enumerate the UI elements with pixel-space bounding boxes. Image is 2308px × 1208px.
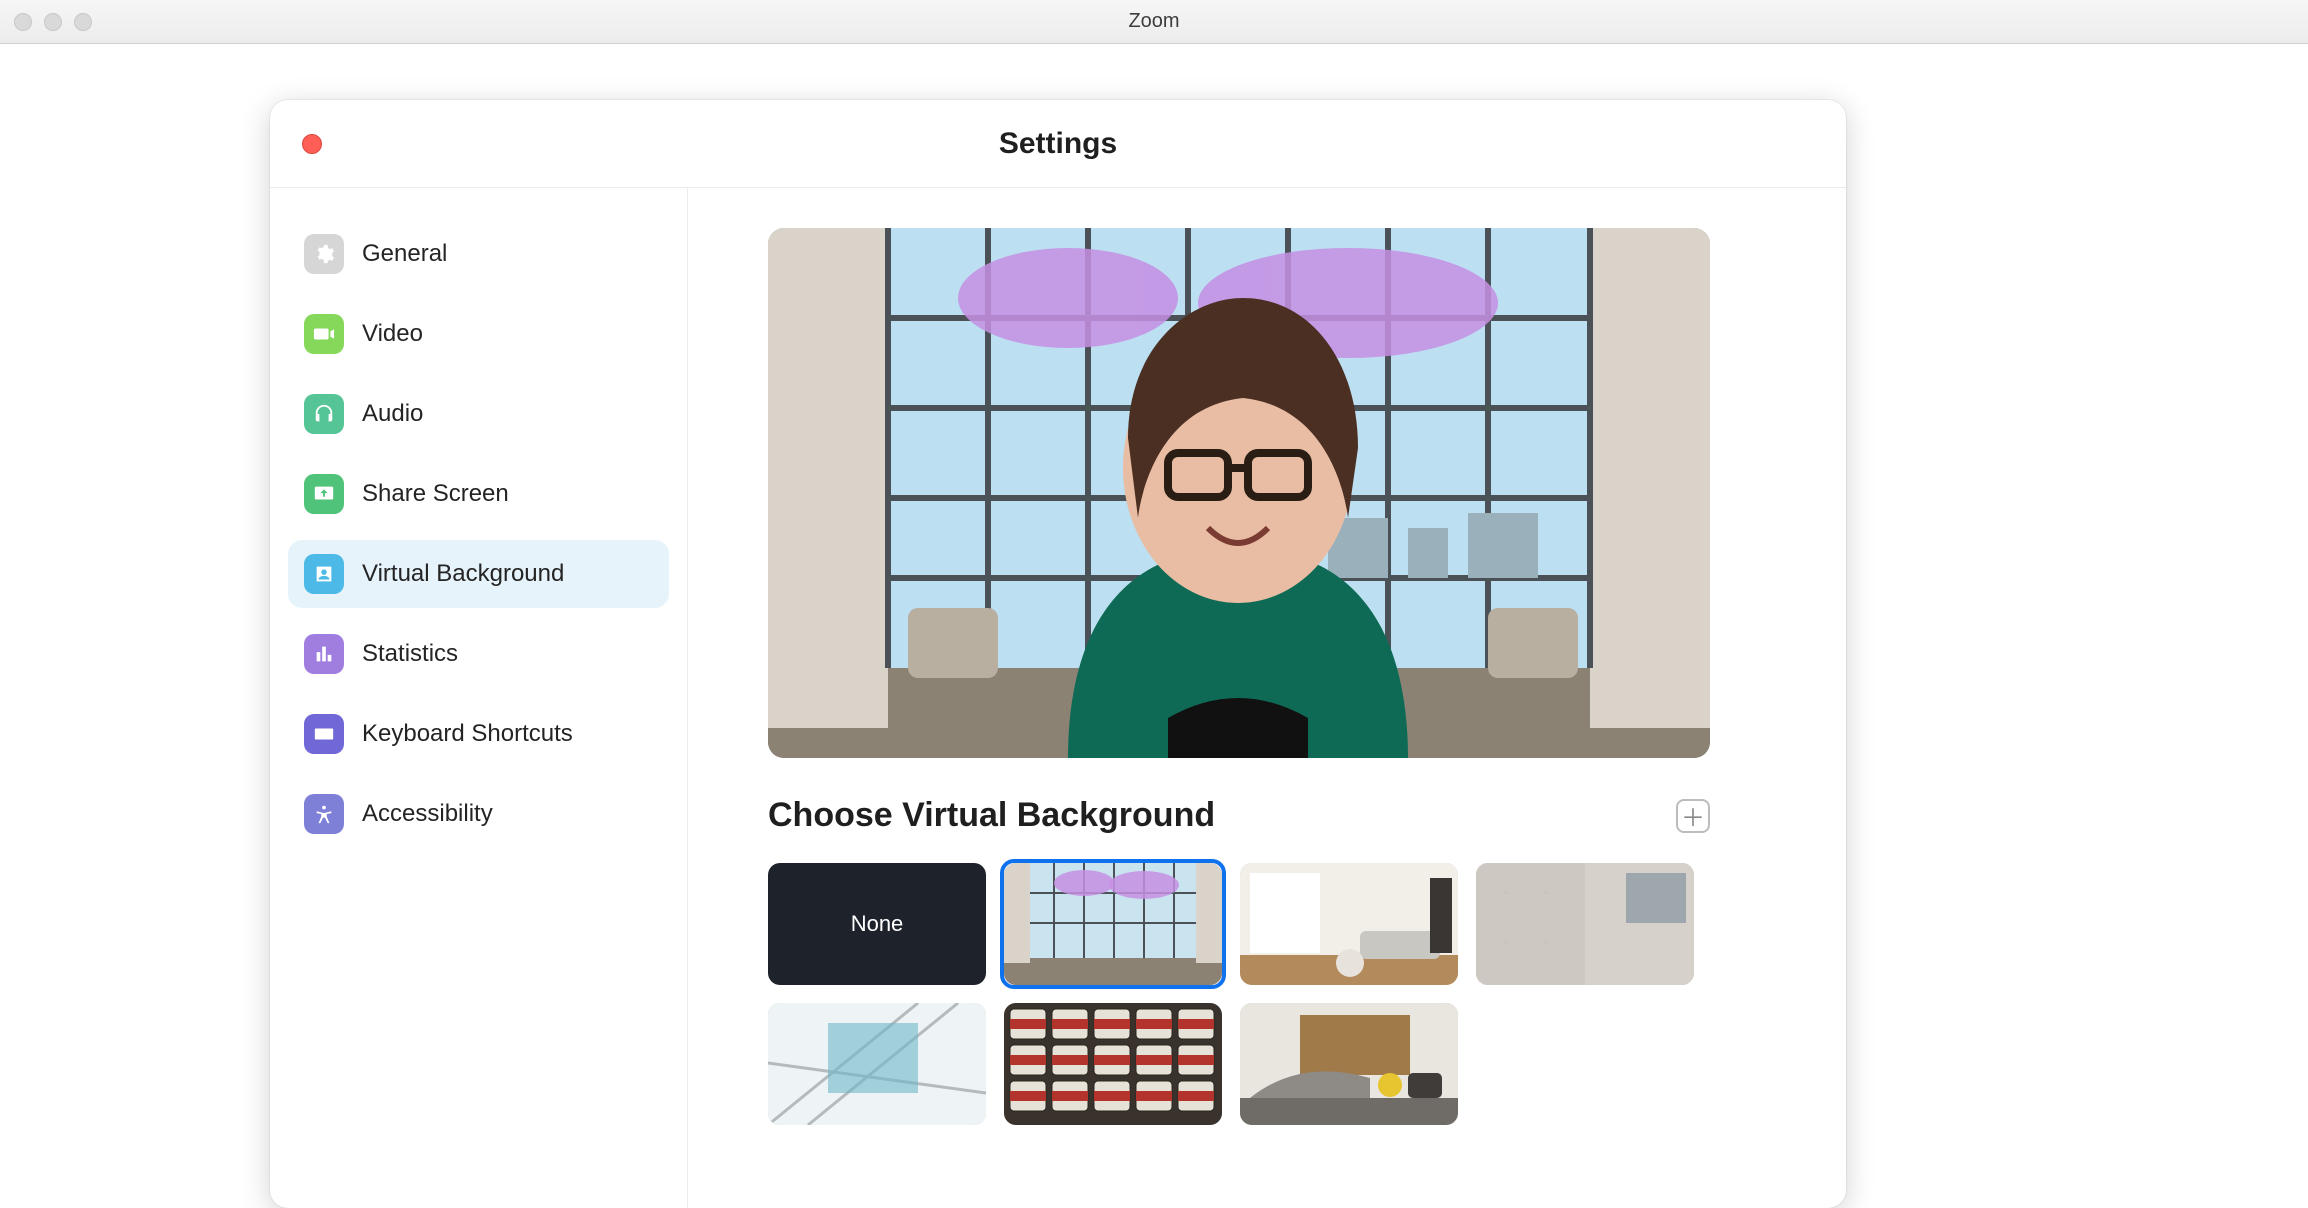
traffic-lights — [14, 13, 92, 31]
virtual-background-icon — [304, 554, 344, 594]
statistics-icon — [304, 634, 344, 674]
share-screen-icon — [304, 474, 344, 514]
background-option-glass-ceiling[interactable] — [768, 1003, 986, 1125]
sidebar-item-label: Keyboard Shortcuts — [362, 720, 573, 748]
keyboard-icon — [304, 714, 344, 754]
section-title: Choose Virtual Background — [768, 796, 1215, 835]
gear-icon — [304, 234, 344, 274]
sidebar-item-audio[interactable]: Audio — [288, 380, 669, 448]
sidebar-item-keyboard-shortcuts[interactable]: Keyboard Shortcuts — [288, 700, 669, 768]
headphones-icon — [304, 394, 344, 434]
section-header: Choose Virtual Background ＋ — [768, 796, 1710, 835]
sidebar-item-share-screen[interactable]: Share Screen — [288, 460, 669, 528]
background-option-concrete-wall[interactable] — [1476, 863, 1694, 985]
sidebar-item-label: General — [362, 240, 447, 268]
sidebar-item-virtual-background[interactable]: Virtual Background — [288, 540, 669, 608]
background-option-none[interactable]: None — [768, 863, 986, 985]
sidebar-item-label: Statistics — [362, 640, 458, 668]
app-titlebar: Zoom — [0, 0, 2308, 44]
background-option-living-room[interactable] — [1240, 863, 1458, 985]
background-thumbnail-grid: None — [768, 863, 1728, 1125]
settings-sidebar: General Video Audio Share Screen — [270, 188, 688, 1208]
accessibility-icon — [304, 794, 344, 834]
settings-title: Settings — [999, 127, 1117, 161]
sidebar-item-label: Share Screen — [362, 480, 509, 508]
video-preview — [768, 228, 1710, 758]
sidebar-item-label: Virtual Background — [362, 560, 564, 588]
settings-body: General Video Audio Share Screen — [270, 188, 1846, 1208]
sidebar-item-label: Video — [362, 320, 423, 348]
sidebar-item-label: Audio — [362, 400, 423, 428]
video-icon — [304, 314, 344, 354]
sidebar-item-accessibility[interactable]: Accessibility — [288, 780, 669, 848]
background-option-label: None — [851, 911, 904, 937]
minimize-window-button[interactable] — [44, 13, 62, 31]
sidebar-item-general[interactable]: General — [288, 220, 669, 288]
background-option-cans[interactable] — [1004, 1003, 1222, 1125]
close-window-button[interactable] — [14, 13, 32, 31]
close-settings-button[interactable] — [302, 134, 322, 154]
app-title: Zoom — [1128, 10, 1179, 33]
sidebar-item-statistics[interactable]: Statistics — [288, 620, 669, 688]
plus-icon: ＋ — [1681, 798, 1705, 833]
sidebar-item-label: Accessibility — [362, 800, 493, 828]
background-option-lounge[interactable] — [1240, 1003, 1458, 1125]
add-background-button[interactable]: ＋ — [1676, 799, 1710, 833]
virtual-background-panel: Choose Virtual Background ＋ None — [688, 188, 1846, 1208]
sidebar-item-video[interactable]: Video — [288, 300, 669, 368]
zoom-window-button[interactable] — [74, 13, 92, 31]
background-option-lobby[interactable] — [1004, 863, 1222, 985]
settings-window: Settings General Video Audio — [270, 100, 1846, 1208]
settings-header: Settings — [270, 100, 1846, 188]
